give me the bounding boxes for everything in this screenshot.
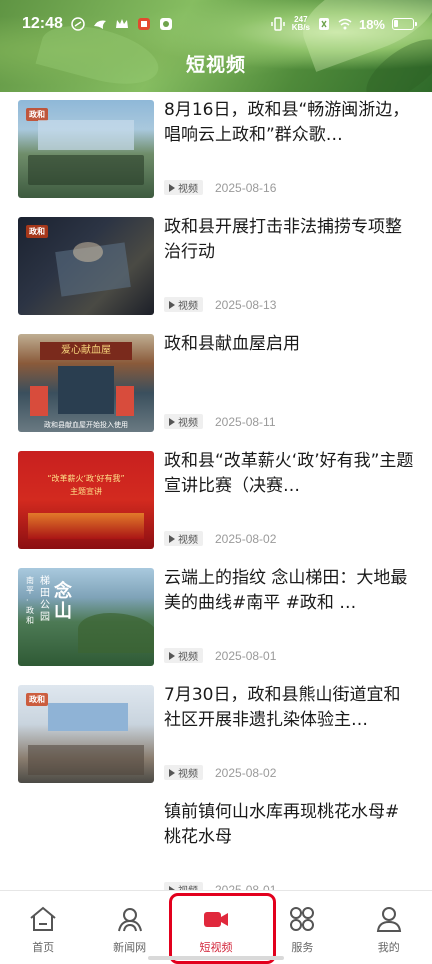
play-icon — [169, 768, 175, 777]
video-date: 2025-08-16 — [215, 180, 277, 195]
video-camera-icon — [203, 912, 228, 927]
video-date: 2025-08-01 — [215, 882, 277, 891]
video-title[interactable]: 政和县开展打击非法捕捞专项整治行动 — [164, 215, 414, 265]
video-item[interactable]: 政和 8月16日，政和县“畅游闽浙边，唱响云上政和”群众歌… 视频 2025-0… — [0, 92, 432, 209]
nav-label: 我的 — [377, 941, 400, 954]
video-thumbnail[interactable]: 政和 — [18, 685, 154, 783]
album-icon — [159, 18, 172, 30]
page-title: 短视频 — [185, 54, 246, 76]
video-tag: 视频 — [164, 648, 203, 663]
video-thumbnail[interactable]: 爱心献血屋 政和县献血屋开始投入使用 — [18, 334, 154, 432]
app-notification-icon — [71, 17, 85, 31]
video-tag: 视频 — [164, 531, 203, 546]
video-item[interactable]: 南平·政和 梯田公园 念山 云端上的指纹 念山梯田：大地最美的曲线#南平 #政和… — [0, 560, 432, 677]
header-banner: 12:48 247 KB/s 18% 短视频 — [0, 0, 432, 92]
nav-label: 短视频 — [199, 941, 233, 954]
video-title[interactable]: 政和县献血屋启用 — [164, 332, 414, 357]
nav-label: 新闻网 — [113, 941, 147, 954]
video-title[interactable]: 7月30日，政和县熊山街道宜和社区开展非遗扎染体验主… — [164, 683, 414, 733]
channel-logo: 政和 — [26, 225, 48, 238]
play-icon — [169, 417, 175, 426]
video-thumbnail[interactable]: 政和 — [18, 217, 154, 315]
video-date: 2025-08-02 — [215, 531, 277, 546]
wifi-icon — [338, 18, 352, 30]
bottom-nav: 首页 新闻网 短视频 服务 我的 — [0, 890, 432, 964]
thumb-big-text: 念山 — [54, 581, 72, 622]
thumb-caption: 政和县献血屋开始投入使用 — [44, 421, 128, 429]
video-date: 2025-08-01 — [215, 648, 277, 663]
video-list[interactable]: 政和 8月16日，政和县“畅游闽浙边，唱响云上政和”群众歌… 视频 2025-0… — [0, 92, 432, 890]
video-thumbnail[interactable] — [18, 802, 154, 890]
video-title[interactable]: 8月16日，政和县“畅游闽浙边，唱响云上政和”群众歌… — [164, 98, 414, 148]
play-icon — [169, 300, 175, 309]
home-icon — [30, 906, 56, 931]
video-item[interactable]: 爱心献血屋 政和县献血屋开始投入使用 政和县献血屋启用 视频 2025-08-1… — [0, 326, 432, 443]
nav-label: 服务 — [291, 941, 314, 954]
video-title[interactable]: 云端上的指纹 念山梯田：大地最美的曲线#南平 #政和 … — [164, 566, 414, 616]
video-tag: 视频 — [164, 297, 203, 312]
nav-news[interactable]: 新闻网 — [94, 905, 166, 955]
home-indicator[interactable] — [148, 956, 284, 960]
channel-logo: 政和 — [26, 693, 48, 706]
video-thumbnail[interactable]: “改革薪火‘政’好有我” 主题宣讲 — [18, 451, 154, 549]
video-item[interactable]: 政和 7月30日，政和县熊山街道宜和社区开展非遗扎染体验主… 视频 2025-0… — [0, 677, 432, 794]
video-tag: 视频 — [164, 882, 203, 890]
video-tag: 视频 — [164, 765, 203, 780]
video-thumbnail[interactable]: 南平·政和 梯田公园 念山 — [18, 568, 154, 666]
video-date: 2025-08-11 — [215, 414, 276, 429]
video-thumbnail[interactable]: 政和 — [18, 100, 154, 198]
thumb-vertical-mid: 梯田公园 — [40, 576, 50, 623]
nav-home[interactable]: 首页 — [7, 905, 79, 955]
red-app-icon — [137, 18, 150, 30]
news-icon — [117, 908, 142, 932]
nav-services[interactable]: 服务 — [266, 905, 338, 955]
video-date: 2025-08-02 — [215, 765, 277, 780]
video-tag: 视频 — [164, 180, 203, 195]
sim-icon — [318, 18, 329, 30]
play-icon — [169, 534, 175, 543]
battery-percent: 18% — [358, 16, 385, 32]
video-item[interactable]: 政和 政和县开展打击非法捕捞专项整治行动 视频 2025-08-13 — [0, 209, 432, 326]
video-title[interactable]: 镇前镇何山水库再现桃花水母#桃花水母 — [164, 800, 414, 850]
video-item[interactable]: 镇前镇何山水库再现桃花水母#桃花水母 视频 2025-08-01 — [0, 794, 432, 890]
status-time: 12:48 — [22, 15, 63, 32]
status-bar: 12:48 247 KB/s 18% — [0, 0, 432, 48]
video-title[interactable]: 政和县“改革薪火‘政’好有我”主题宣讲比赛（决赛… — [164, 449, 414, 499]
thumb-sign: 爱心献血屋 — [40, 342, 132, 360]
nav-profile[interactable]: 我的 — [353, 905, 425, 955]
grid-icon — [290, 907, 315, 931]
thumb-vertical-left: 南平·政和 — [26, 576, 34, 625]
nav-short-video[interactable]: 短视频 — [180, 905, 252, 955]
battery-icon — [392, 18, 417, 30]
nav-label: 首页 — [32, 941, 55, 954]
play-icon — [169, 651, 175, 660]
video-tag: 视频 — [164, 414, 203, 429]
thumb-subline: 主题宣讲 — [70, 487, 102, 496]
bird-icon — [93, 20, 106, 29]
crown-icon — [115, 19, 128, 28]
thumb-headline: “改革薪火‘政’好有我” — [47, 474, 125, 483]
play-icon — [169, 183, 175, 192]
network-speed: 247 KB/s — [291, 15, 310, 32]
vibrate-icon — [270, 17, 285, 31]
user-icon — [376, 907, 401, 932]
video-date: 2025-08-13 — [215, 297, 277, 312]
video-item[interactable]: “改革薪火‘政’好有我” 主题宣讲 政和县“改革薪火‘政’好有我”主题宣讲比赛（… — [0, 443, 432, 560]
